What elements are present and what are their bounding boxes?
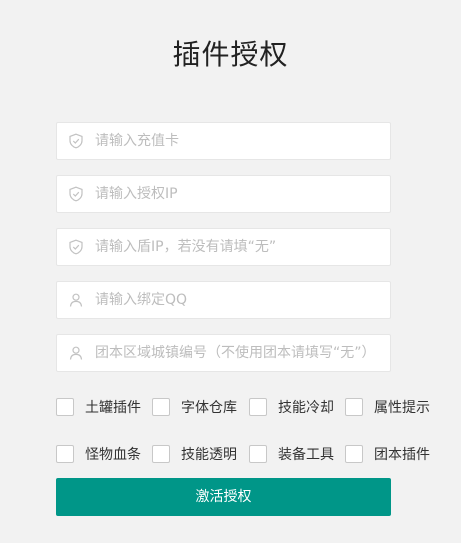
option-checkbox[interactable]: 土罐插件 [56,397,141,417]
option-checkbox[interactable]: 技能透明 [152,444,237,464]
checkbox-box[interactable] [345,398,363,416]
checkbox-box[interactable] [249,445,267,463]
activate-auth-button[interactable]: 激活授权 [56,478,391,516]
option-label: 装备工具 [278,447,334,463]
option-checkbox[interactable]: 装备工具 [249,444,334,464]
checkbox-box[interactable] [56,398,74,416]
shield-ip-field[interactable] [56,228,391,266]
shield-check-icon [57,229,95,265]
checkbox-box[interactable] [249,398,267,416]
checkbox-box[interactable] [345,445,363,463]
checkbox-box[interactable] [152,398,170,416]
plugin-auth-page: 插件授权 土罐插件 [0,0,461,543]
option-checkbox[interactable]: 团本插件 [345,444,430,464]
user-icon [57,282,95,318]
option-label: 属性提示 [374,400,430,416]
recharge-card-field[interactable] [56,122,391,160]
checkbox-box[interactable] [56,445,74,463]
option-label: 土罐插件 [85,400,141,416]
user-icon [57,335,95,371]
option-checkbox[interactable]: 技能冷却 [249,397,334,417]
checkbox-box[interactable] [152,445,170,463]
auth-ip-field[interactable] [56,175,391,213]
town-code-input[interactable] [95,335,390,371]
option-label: 字体仓库 [181,400,237,416]
option-label: 技能透明 [181,447,237,463]
recharge-card-input[interactable] [95,123,390,159]
option-checkbox[interactable]: 怪物血条 [56,444,141,464]
option-label: 怪物血条 [85,447,141,463]
bind-qq-field[interactable] [56,281,391,319]
option-label: 技能冷却 [278,400,334,416]
shield-check-icon [57,123,95,159]
options-row-2: 怪物血条 技能透明 装备工具 团本插件 [56,444,436,464]
option-checkbox[interactable]: 字体仓库 [152,397,237,417]
bind-qq-input[interactable] [95,282,390,318]
page-title: 插件授权 [172,38,289,71]
options-row-1: 土罐插件 字体仓库 技能冷却 属性提示 [56,397,436,417]
option-label: 团本插件 [374,447,430,463]
shield-ip-input[interactable] [95,229,390,265]
town-code-field[interactable] [56,334,391,372]
option-checkbox[interactable]: 属性提示 [345,397,430,417]
shield-check-icon [57,176,95,212]
auth-ip-input[interactable] [95,176,390,212]
